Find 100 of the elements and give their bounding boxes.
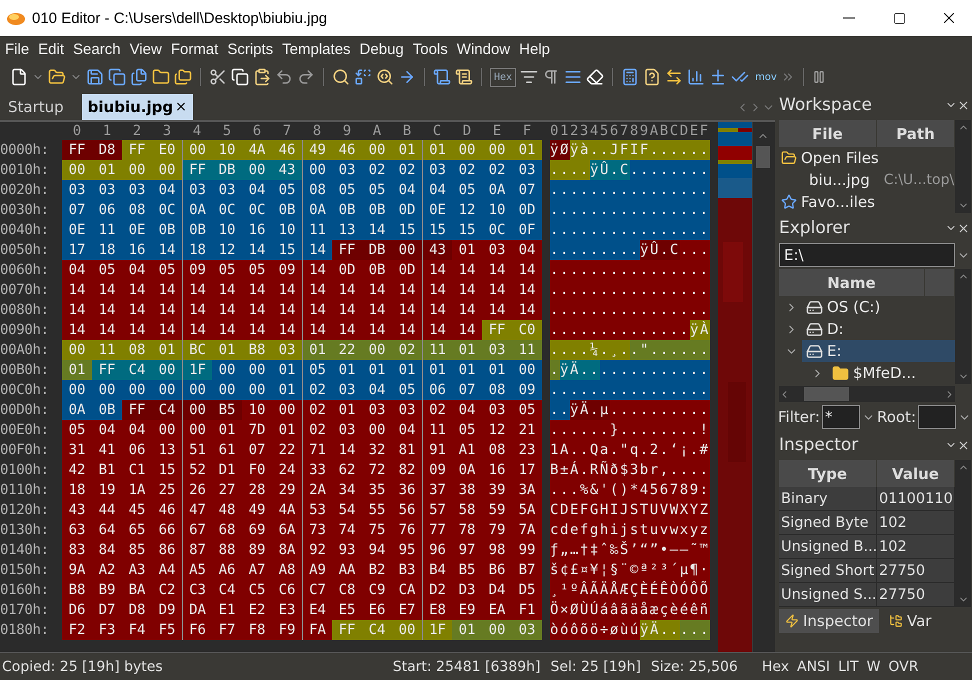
hex-byte[interactable]: F5 — [152, 620, 182, 640]
copy-icon[interactable] — [231, 68, 249, 86]
menu-item[interactable]: Help — [518, 40, 558, 58]
hex-byte[interactable]: 02 — [392, 160, 422, 180]
hex-byte[interactable]: 01 — [272, 360, 302, 380]
hex-byte[interactable]: B3 — [392, 560, 422, 580]
hex-byte[interactable]: 14 — [362, 300, 392, 320]
hex-byte[interactable]: D9 — [152, 600, 182, 620]
hex-byte[interactable]: 14 — [152, 300, 182, 320]
pause-icon[interactable] — [812, 70, 826, 84]
hex-byte[interactable]: 17 — [512, 460, 542, 480]
hex-byte[interactable]: C9 — [362, 580, 392, 600]
hex-byte[interactable]: 03 — [482, 400, 512, 420]
hex-byte[interactable]: 69 — [242, 520, 272, 540]
hex-byte[interactable]: EA — [482, 600, 512, 620]
ascii-text[interactable]: ¸¹ºÂÃÄÅÆÇÈÉÊÒÓÔÕ — [550, 580, 710, 600]
hex-byte[interactable]: 0F — [512, 220, 542, 240]
hex-byte[interactable]: 15 — [392, 220, 422, 240]
hex-byte[interactable]: 14 — [482, 260, 512, 280]
hex-byte[interactable]: A3 — [122, 560, 152, 580]
tree-item[interactable]: Favo...iles — [801, 193, 875, 211]
hex-byte[interactable]: 15 — [452, 220, 482, 240]
hex-byte[interactable]: 8A — [272, 540, 302, 560]
hex-byte[interactable]: 05 — [272, 180, 302, 200]
hex-byte[interactable]: 14 — [512, 280, 542, 300]
hex-byte[interactable]: 38 — [452, 480, 482, 500]
menu-item[interactable]: Tools — [412, 40, 456, 58]
menu-item[interactable]: Scripts — [226, 40, 282, 58]
hex-byte[interactable]: A2 — [92, 560, 122, 580]
path-field[interactable]: E:\ — [779, 243, 955, 267]
hex-byte[interactable]: 00 — [92, 380, 122, 400]
hex-byte[interactable]: 01 — [392, 360, 422, 380]
histogram-icon[interactable] — [687, 68, 706, 86]
hex-byte[interactable]: DB — [362, 240, 392, 260]
folders-icon[interactable] — [174, 68, 192, 86]
hex-byte[interactable]: 14 — [392, 320, 422, 340]
hex-byte[interactable]: 0B — [362, 260, 392, 280]
hex-byte[interactable]: 03 — [482, 240, 512, 260]
hex-byte[interactable]: 68 — [212, 520, 242, 540]
hex-byte[interactable]: 05 — [512, 400, 542, 420]
hex-byte[interactable]: 03 — [122, 180, 152, 200]
hex-byte[interactable]: F0 — [242, 460, 272, 480]
hex-byte[interactable]: 14 — [242, 300, 272, 320]
hex-byte[interactable]: 17 — [62, 240, 92, 260]
hex-byte[interactable]: 46 — [152, 500, 182, 520]
hex-byte[interactable]: 03 — [332, 380, 362, 400]
hex-byte[interactable]: 98 — [482, 540, 512, 560]
hex-byte[interactable]: D5 — [512, 580, 542, 600]
hex-byte[interactable]: 7A — [512, 520, 542, 540]
hex-byte[interactable]: 14 — [242, 240, 272, 260]
hex-byte[interactable]: 00 — [212, 380, 242, 400]
hex-byte[interactable]: 14 — [242, 320, 272, 340]
new-file-icon[interactable] — [10, 68, 28, 86]
hex-byte[interactable]: 21 — [512, 420, 542, 440]
hex-byte[interactable]: 14 — [212, 300, 242, 320]
hex-byte[interactable]: 04 — [362, 380, 392, 400]
hex-byte[interactable]: 19 — [92, 480, 122, 500]
hex-byte[interactable]: 03 — [482, 340, 512, 360]
hex-byte[interactable]: 39 — [482, 480, 512, 500]
hex-byte[interactable]: 18 — [62, 480, 92, 500]
hex-byte[interactable]: 04 — [512, 240, 542, 260]
hex-byte[interactable]: 74 — [332, 520, 362, 540]
hex-byte[interactable]: 03 — [362, 400, 392, 420]
hex-byte[interactable]: E9 — [452, 600, 482, 620]
hex-byte[interactable]: 0A — [452, 460, 482, 480]
hex-button[interactable]: Hex — [490, 68, 516, 86]
hex-byte[interactable]: 03 — [512, 620, 542, 640]
hex-byte[interactable]: 14 — [482, 280, 512, 300]
hex-byte[interactable]: 27 — [212, 480, 242, 500]
hex-byte[interactable]: 04 — [122, 260, 152, 280]
menu-item[interactable]: Search — [72, 40, 129, 58]
hex-byte[interactable]: F4 — [122, 620, 152, 640]
hex-byte[interactable]: 05 — [452, 420, 482, 440]
hex-byte[interactable]: 04 — [452, 400, 482, 420]
script-icon[interactable] — [455, 68, 473, 86]
hex-byte[interactable]: 0C — [482, 220, 512, 240]
hex-byte[interactable]: 10 — [242, 400, 272, 420]
hex-byte[interactable]: 18 — [92, 240, 122, 260]
ascii-text[interactable]: B±Á.RÑð$3br‚.... — [550, 460, 710, 480]
hex-byte[interactable]: F1 — [512, 600, 542, 620]
hex-byte[interactable]: 07 — [242, 440, 272, 460]
hex-byte[interactable]: 32 — [362, 440, 392, 460]
ascii-text[interactable]: ................ — [550, 200, 710, 220]
hex-byte[interactable]: 93 — [332, 540, 362, 560]
ascii-text[interactable]: ................ — [550, 180, 710, 200]
hex-byte[interactable]: 01 — [482, 360, 512, 380]
hex-byte[interactable]: FF — [122, 400, 152, 420]
ascii-text[interactable]: òóôõö÷øùú — [550, 620, 640, 640]
hex-byte[interactable]: 04 — [392, 180, 422, 200]
close-icon[interactable] — [957, 222, 970, 234]
hex-byte[interactable]: 08 — [122, 200, 152, 220]
hex-byte[interactable]: 99 — [512, 540, 542, 560]
hex-byte[interactable]: D8 — [92, 140, 122, 160]
calculator-icon[interactable] — [621, 68, 640, 86]
hex-byte[interactable]: 43 — [272, 160, 302, 180]
hex-byte[interactable]: 82 — [392, 460, 422, 480]
hex-byte[interactable]: D8 — [122, 600, 152, 620]
ascii-text[interactable]: .............. — [550, 320, 690, 340]
hex-byte[interactable]: 05 — [392, 380, 422, 400]
hex-byte[interactable]: 89 — [242, 540, 272, 560]
